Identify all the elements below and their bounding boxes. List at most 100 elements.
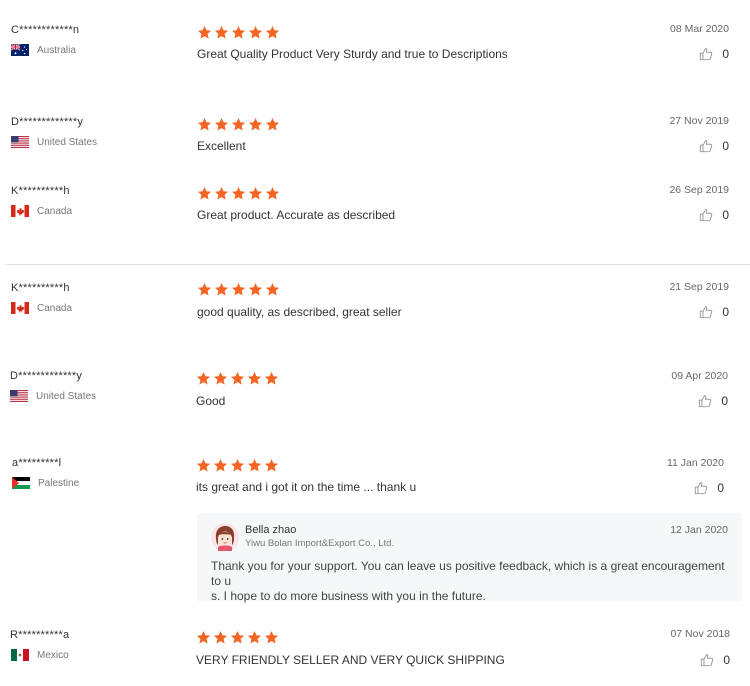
helpful-button[interactable]: 0: [699, 305, 729, 319]
review-text: VERY FRIENDLY SELLER AND VERY QUICK SHIP…: [196, 653, 505, 667]
section-divider: [5, 264, 750, 265]
star-icon: [213, 458, 228, 473]
helpful-button[interactable]: 0: [699, 139, 729, 153]
thumbs-up-icon: [698, 394, 712, 408]
reply-text-line: Thank you for your support. You can leav…: [211, 559, 725, 588]
star-icon: [230, 371, 245, 386]
reply-text-line: s. I hope to do more business with you i…: [211, 589, 486, 603]
review-date: 27 Nov 2019: [669, 115, 729, 127]
reviewer-country: Canada: [11, 302, 72, 314]
country-label: United States: [37, 136, 98, 148]
country-label: United States: [36, 390, 97, 402]
review-text: Excellent: [197, 139, 246, 153]
star-icon: [247, 371, 262, 386]
canada-flag-icon: [11, 205, 29, 217]
star-icon: [230, 458, 245, 473]
seller-company: Yiwu Bolan Import&Export Co., Ltd.: [245, 538, 395, 549]
helpful-button[interactable]: 0: [694, 481, 724, 495]
star-icon: [247, 458, 262, 473]
thumbs-up-icon: [699, 139, 713, 153]
helpful-button[interactable]: 0: [699, 208, 729, 222]
star-rating: [196, 371, 279, 386]
helpful-count: 0: [722, 305, 729, 319]
star-icon: [231, 186, 246, 201]
reviewer-name: D*************y: [10, 370, 83, 382]
reply-date: 12 Jan 2020: [670, 524, 728, 536]
reviewer-country: Mexico: [11, 649, 69, 661]
star-icon: [248, 282, 263, 297]
helpful-count: 0: [722, 139, 729, 153]
country-label: Palestine: [38, 477, 80, 489]
united-states-flag-icon: [11, 136, 29, 148]
helpful-button[interactable]: 0: [700, 653, 730, 667]
star-icon: [197, 282, 212, 297]
thumbs-up-icon: [694, 481, 708, 495]
reviewer-name: R**********a: [10, 629, 70, 641]
seller-name: Bella zhao: [245, 524, 297, 536]
star-icon: [265, 25, 280, 40]
united-states-flag-icon: [10, 390, 28, 402]
helpful-count: 0: [721, 394, 728, 408]
reply-text: Thank you for your support. You can leav…: [211, 559, 731, 604]
star-rating: [197, 117, 280, 132]
star-icon: [265, 186, 280, 201]
reviewer-country: Palestine: [12, 477, 79, 489]
thumbs-up-icon: [699, 208, 713, 222]
reviewer-name: a*********l: [12, 457, 62, 469]
star-rating: [197, 25, 280, 40]
reviewer-name: K**********h: [11, 282, 70, 294]
star-icon: [213, 630, 228, 645]
star-rating: [196, 458, 279, 473]
country-label: Canada: [37, 205, 73, 217]
country-label: Australia: [37, 44, 76, 56]
mexico-flag-icon: [11, 649, 29, 661]
helpful-count: 0: [722, 47, 729, 61]
review-date: 21 Sep 2019: [669, 281, 729, 293]
star-icon: [248, 117, 263, 132]
reviewer-country: Canada: [11, 205, 72, 217]
country-label: Mexico: [37, 649, 69, 661]
review-date: 08 Mar 2020: [670, 23, 729, 35]
reviewer-name: C************n: [11, 24, 80, 36]
star-icon: [265, 117, 280, 132]
helpful-button[interactable]: 0: [699, 47, 729, 61]
star-icon: [196, 630, 211, 645]
star-icon: [264, 371, 279, 386]
review-date: 11 Jan 2020: [666, 457, 724, 469]
review-date: 09 Apr 2020: [671, 370, 728, 382]
helpful-count: 0: [722, 208, 729, 222]
reviewer-country: United States: [10, 390, 96, 402]
star-icon: [196, 371, 211, 386]
star-icon: [248, 25, 263, 40]
helpful-count: 0: [723, 653, 730, 667]
reviewer-country: Australia: [11, 44, 76, 56]
star-rating: [197, 186, 280, 201]
star-icon: [214, 117, 229, 132]
star-icon: [214, 282, 229, 297]
seller-reply: Bella zhao Yiwu Bolan Import&Export Co.,…: [197, 513, 742, 604]
star-icon: [197, 117, 212, 132]
star-icon: [265, 282, 280, 297]
review-text: good quality, as described, great seller: [197, 305, 402, 319]
reviewer-name: D*************y: [11, 116, 84, 128]
star-icon: [264, 630, 279, 645]
thumbs-up-icon: [699, 47, 713, 61]
star-icon: [230, 630, 245, 645]
star-icon: [197, 186, 212, 201]
star-icon: [214, 25, 229, 40]
helpful-button[interactable]: 0: [698, 394, 728, 408]
star-icon: [264, 458, 279, 473]
star-icon: [248, 186, 263, 201]
review-date: 07 Nov 2018: [670, 628, 730, 640]
thumbs-up-icon: [699, 305, 713, 319]
star-icon: [247, 630, 262, 645]
australia-flag-icon: [11, 44, 29, 56]
star-icon: [197, 25, 212, 40]
helpful-count: 0: [717, 481, 724, 495]
thumbs-up-icon: [700, 653, 714, 667]
review-text: its great and i got it on the time ... t…: [196, 480, 417, 494]
star-icon: [231, 282, 246, 297]
star-icon: [231, 117, 246, 132]
reviewer-country: United States: [11, 136, 97, 148]
star-rating: [197, 282, 280, 297]
